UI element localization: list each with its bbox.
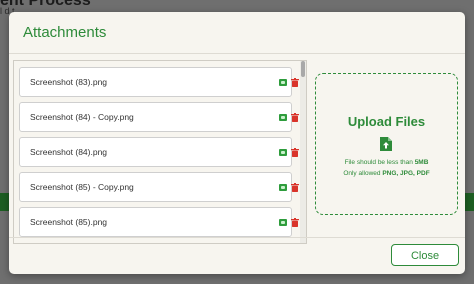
view-icon[interactable] [279, 114, 287, 121]
attachment-item: Screenshot (83).png [19, 67, 299, 97]
attachment-item: Screenshot (85).png [19, 207, 299, 237]
trash-icon[interactable] [291, 183, 299, 192]
attachment-file-name: Screenshot (84) - Copy.png [30, 112, 134, 122]
modal-header: Attachments [9, 12, 465, 54]
upload-size-note-text: File should be less than [344, 159, 415, 166]
attachment-file-name: Screenshot (85).png [30, 217, 108, 227]
attachment-list: Screenshot (83).png Screenshot (84) - Co… [13, 60, 307, 244]
upload-types-note-text: Only allowed [343, 170, 383, 177]
attachment-file-name: Screenshot (84).png [30, 147, 108, 157]
close-button[interactable]: Close [391, 244, 459, 266]
background-green-bar [464, 193, 474, 211]
attachment-item: Screenshot (84).png [19, 137, 299, 167]
upload-types-note: Only allowed PNG, JPG, PDF [316, 170, 457, 177]
upload-dropzone[interactable]: Upload Files File should be less than 5M… [315, 73, 458, 215]
attachment-item: Screenshot (84) - Copy.png [19, 102, 299, 132]
trash-icon[interactable] [291, 78, 299, 87]
trash-icon[interactable] [291, 218, 299, 227]
modal-footer: Close [9, 237, 465, 274]
view-icon[interactable] [279, 184, 287, 191]
view-icon[interactable] [279, 149, 287, 156]
attachment-item: Screenshot (85) - Copy.png [19, 172, 299, 202]
upload-title: Upload Files [347, 114, 426, 129]
view-icon[interactable] [279, 219, 287, 226]
trash-icon[interactable] [291, 113, 299, 122]
upload-size-note: File should be less than 5MB [316, 159, 457, 166]
list-scrollbar-thumb[interactable] [301, 61, 305, 77]
modal-title: Attachments [23, 24, 107, 41]
view-icon[interactable] [279, 79, 287, 86]
upload-size-limit: 5MB [414, 159, 429, 166]
file-upload-icon [380, 137, 392, 151]
attachments-modal: Attachments Screenshot (83).png Screensh… [9, 12, 465, 274]
trash-icon[interactable] [291, 148, 299, 157]
attachment-file-name: Screenshot (85) - Copy.png [30, 182, 134, 192]
upload-allowed-types: PNG, JPG, PDF [382, 170, 430, 177]
attachment-file-name: Screenshot (83).png [30, 77, 108, 87]
list-scrollbar-track[interactable] [300, 61, 306, 243]
